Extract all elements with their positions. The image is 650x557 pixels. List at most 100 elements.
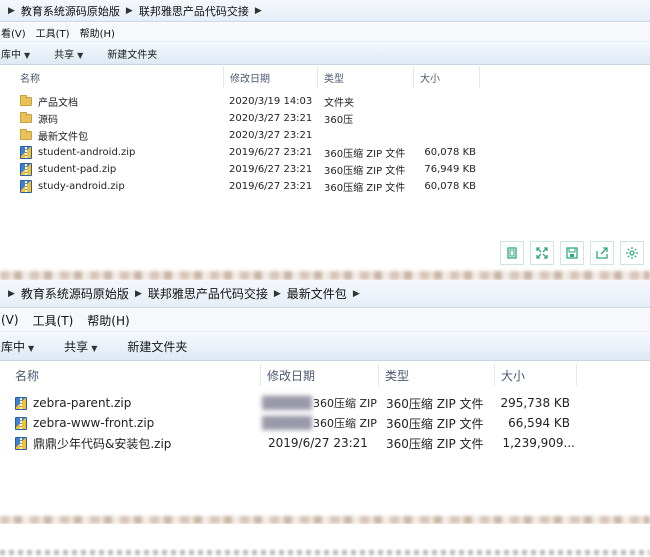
file-type: 360压缩 ZIP 文件 bbox=[386, 436, 484, 451]
file-date: 2020/3/27 23:21 bbox=[229, 113, 313, 124]
menu-tools[interactable]: 工具(T) bbox=[33, 312, 74, 329]
chevron-right-icon[interactable]: ▶ bbox=[135, 289, 142, 299]
include-in-library-button[interactable]: 库中 ▼ bbox=[1, 338, 34, 355]
share-label: 共享 bbox=[64, 339, 89, 354]
file-date: 2019/6/27 23:21 bbox=[229, 147, 313, 158]
file-row[interactable]: 源码 2020/3/27 23:21 360压 bbox=[0, 110, 650, 127]
col-name[interactable]: 名称 bbox=[9, 364, 261, 386]
photo-edge-strip bbox=[0, 271, 650, 280]
col-date[interactable]: 修改日期 bbox=[261, 364, 379, 386]
include-label: 库中 bbox=[1, 49, 21, 61]
menu-bar: 看(V) 工具(T) 帮助(H) bbox=[0, 23, 650, 41]
file-date-redacted: ██████ bbox=[262, 396, 312, 410]
zip-archive-icon bbox=[20, 180, 32, 193]
column-header: 名称 修改日期 类型 大小 bbox=[0, 66, 650, 88]
breadcrumb-item[interactable]: 教育系统源码原始版 bbox=[21, 285, 129, 302]
menu-help[interactable]: 帮助(H) bbox=[87, 312, 129, 329]
file-date: 2020/3/19 14:03 bbox=[229, 96, 313, 107]
address-bar[interactable]: ▶ 教育系统源码原始版 ▶ 联邦雅思产品代码交接 ▶ bbox=[0, 0, 650, 22]
menu-tools[interactable]: 工具(T) bbox=[36, 25, 70, 40]
save-icon[interactable] bbox=[560, 241, 584, 265]
col-type[interactable]: 类型 bbox=[318, 66, 414, 88]
zip-archive-icon bbox=[20, 146, 32, 159]
file-name: student-android.zip bbox=[38, 147, 136, 158]
file-size: 66,594 KB bbox=[508, 416, 570, 430]
caret-down-icon: ▼ bbox=[77, 50, 84, 60]
file-row[interactable]: zebra-www-front.zip ██████ 360压缩 ZIP 360… bbox=[0, 413, 650, 433]
menu-help[interactable]: 帮助(H) bbox=[80, 25, 115, 40]
file-type: 360压缩 ZIP 文件 bbox=[386, 396, 484, 411]
cropped-footer bbox=[0, 524, 650, 557]
new-folder-button[interactable]: 新建文件夹 bbox=[127, 338, 187, 355]
zip-archive-icon bbox=[20, 163, 32, 176]
file-row[interactable]: zebra-parent.zip ██████ 360压缩 ZIP 360压缩 … bbox=[0, 393, 650, 413]
file-row[interactable]: student-android.zip 2019/6/27 23:21 360压… bbox=[0, 144, 650, 161]
new-folder-button[interactable]: 新建文件夹 bbox=[107, 46, 157, 61]
copy-icon[interactable] bbox=[500, 241, 524, 265]
include-label: 库中 bbox=[1, 339, 26, 354]
col-date[interactable]: 修改日期 bbox=[224, 66, 318, 88]
file-row[interactable]: study-android.zip 2019/6/27 23:21 360压缩 … bbox=[0, 178, 650, 195]
breadcrumb-item[interactable]: 教育系统源码原始版 bbox=[21, 3, 120, 19]
breadcrumb-item[interactable]: 联邦雅思产品代码交接 bbox=[148, 285, 268, 302]
top-explorer-window: ▶ 教育系统源码原始版 ▶ 联邦雅思产品代码交接 ▶ 看(V) 工具(T) 帮助… bbox=[0, 0, 650, 271]
file-type-prefix: 360压缩 ZIP bbox=[313, 397, 377, 410]
cropped-text-smear bbox=[0, 550, 650, 555]
breadcrumb-item[interactable]: 联邦雅思产品代码交接 bbox=[139, 3, 249, 19]
col-size[interactable]: 大小 bbox=[495, 364, 577, 386]
share-button[interactable]: 共享 ▼ bbox=[64, 338, 97, 355]
chevron-right-icon[interactable]: ▶ bbox=[353, 289, 360, 299]
zip-archive-icon bbox=[15, 436, 27, 450]
file-row[interactable]: 产品文档 2020/3/19 14:03 文件夹 bbox=[0, 93, 650, 110]
file-type: 360压 bbox=[324, 115, 354, 126]
column-header: 名称 修改日期 类型 大小 bbox=[0, 364, 650, 386]
file-date: 2020/3/27 23:21 bbox=[229, 130, 313, 141]
command-toolbar: 库中 ▼ 共享 ▼ 新建文件夹 bbox=[0, 331, 650, 361]
file-type: 360压缩 ZIP 文件 bbox=[324, 149, 406, 160]
file-date: 2019/6/27 23:21 bbox=[229, 164, 313, 175]
chevron-right-icon[interactable]: ▶ bbox=[126, 6, 133, 16]
file-name: study-android.zip bbox=[38, 181, 125, 192]
file-row[interactable]: 鼎鼎少年代码&安装包.zip 2019/6/27 23:21 360压缩 ZIP… bbox=[0, 433, 650, 453]
address-bar[interactable]: ▶ 教育系统源码原始版 ▶ 联邦雅思产品代码交接 ▶ 最新文件包 ▶ bbox=[0, 280, 650, 308]
share-button[interactable]: 共享 ▼ bbox=[54, 46, 83, 61]
zip-archive-icon bbox=[15, 416, 27, 430]
file-name: student-pad.zip bbox=[38, 164, 117, 175]
file-name: 产品文档 bbox=[38, 98, 78, 109]
file-row[interactable]: 最新文件包 2020/3/27 23:21 bbox=[0, 127, 650, 144]
folder-icon bbox=[20, 112, 32, 123]
chevron-right-icon[interactable]: ▶ bbox=[8, 289, 15, 299]
file-name: zebra-parent.zip bbox=[33, 396, 132, 410]
chevron-right-icon[interactable]: ▶ bbox=[8, 6, 15, 16]
file-type: 360压缩 ZIP 文件 bbox=[324, 183, 406, 194]
file-date-redacted: ██████ bbox=[262, 416, 312, 430]
file-name: 最新文件包 bbox=[38, 132, 88, 143]
menu-view[interactable]: (V) bbox=[1, 313, 19, 327]
file-type: 文件夹 bbox=[324, 98, 354, 109]
breadcrumb-item[interactable]: 最新文件包 bbox=[287, 285, 347, 302]
col-size[interactable]: 大小 bbox=[414, 66, 480, 88]
col-type[interactable]: 类型 bbox=[379, 364, 495, 386]
bottom-explorer-window: ▶ 教育系统源码原始版 ▶ 联邦雅思产品代码交接 ▶ 最新文件包 ▶ (V) 工… bbox=[0, 280, 650, 522]
fullscreen-icon[interactable] bbox=[530, 241, 554, 265]
file-row[interactable]: student-pad.zip 2019/6/27 23:21 360压缩 ZI… bbox=[0, 161, 650, 178]
menu-view[interactable]: 看(V) bbox=[1, 25, 26, 40]
file-type-prefix: 360压缩 ZIP bbox=[313, 417, 377, 430]
caret-down-icon: ▼ bbox=[28, 343, 35, 353]
caret-down-icon: ▼ bbox=[24, 50, 31, 60]
file-size: 60,078 KB bbox=[424, 147, 476, 158]
gear-icon[interactable] bbox=[620, 241, 644, 265]
col-name[interactable]: 名称 bbox=[14, 66, 224, 88]
menu-bar: (V) 工具(T) 帮助(H) bbox=[0, 309, 650, 331]
include-in-library-button[interactable]: 库中 ▼ bbox=[1, 46, 30, 61]
share-icon[interactable] bbox=[590, 241, 614, 265]
file-size: 1,239,909... bbox=[502, 436, 575, 450]
file-type: 360压缩 ZIP 文件 bbox=[324, 166, 406, 177]
file-size: 76,949 KB bbox=[424, 164, 476, 175]
chevron-right-icon[interactable]: ▶ bbox=[274, 289, 281, 299]
file-date: 2019/6/27 23:21 bbox=[268, 436, 368, 450]
floating-action-bar bbox=[500, 241, 644, 265]
file-name: 鼎鼎少年代码&安装包.zip bbox=[33, 436, 172, 451]
chevron-right-icon[interactable]: ▶ bbox=[255, 6, 262, 16]
file-name: 源码 bbox=[38, 115, 58, 126]
